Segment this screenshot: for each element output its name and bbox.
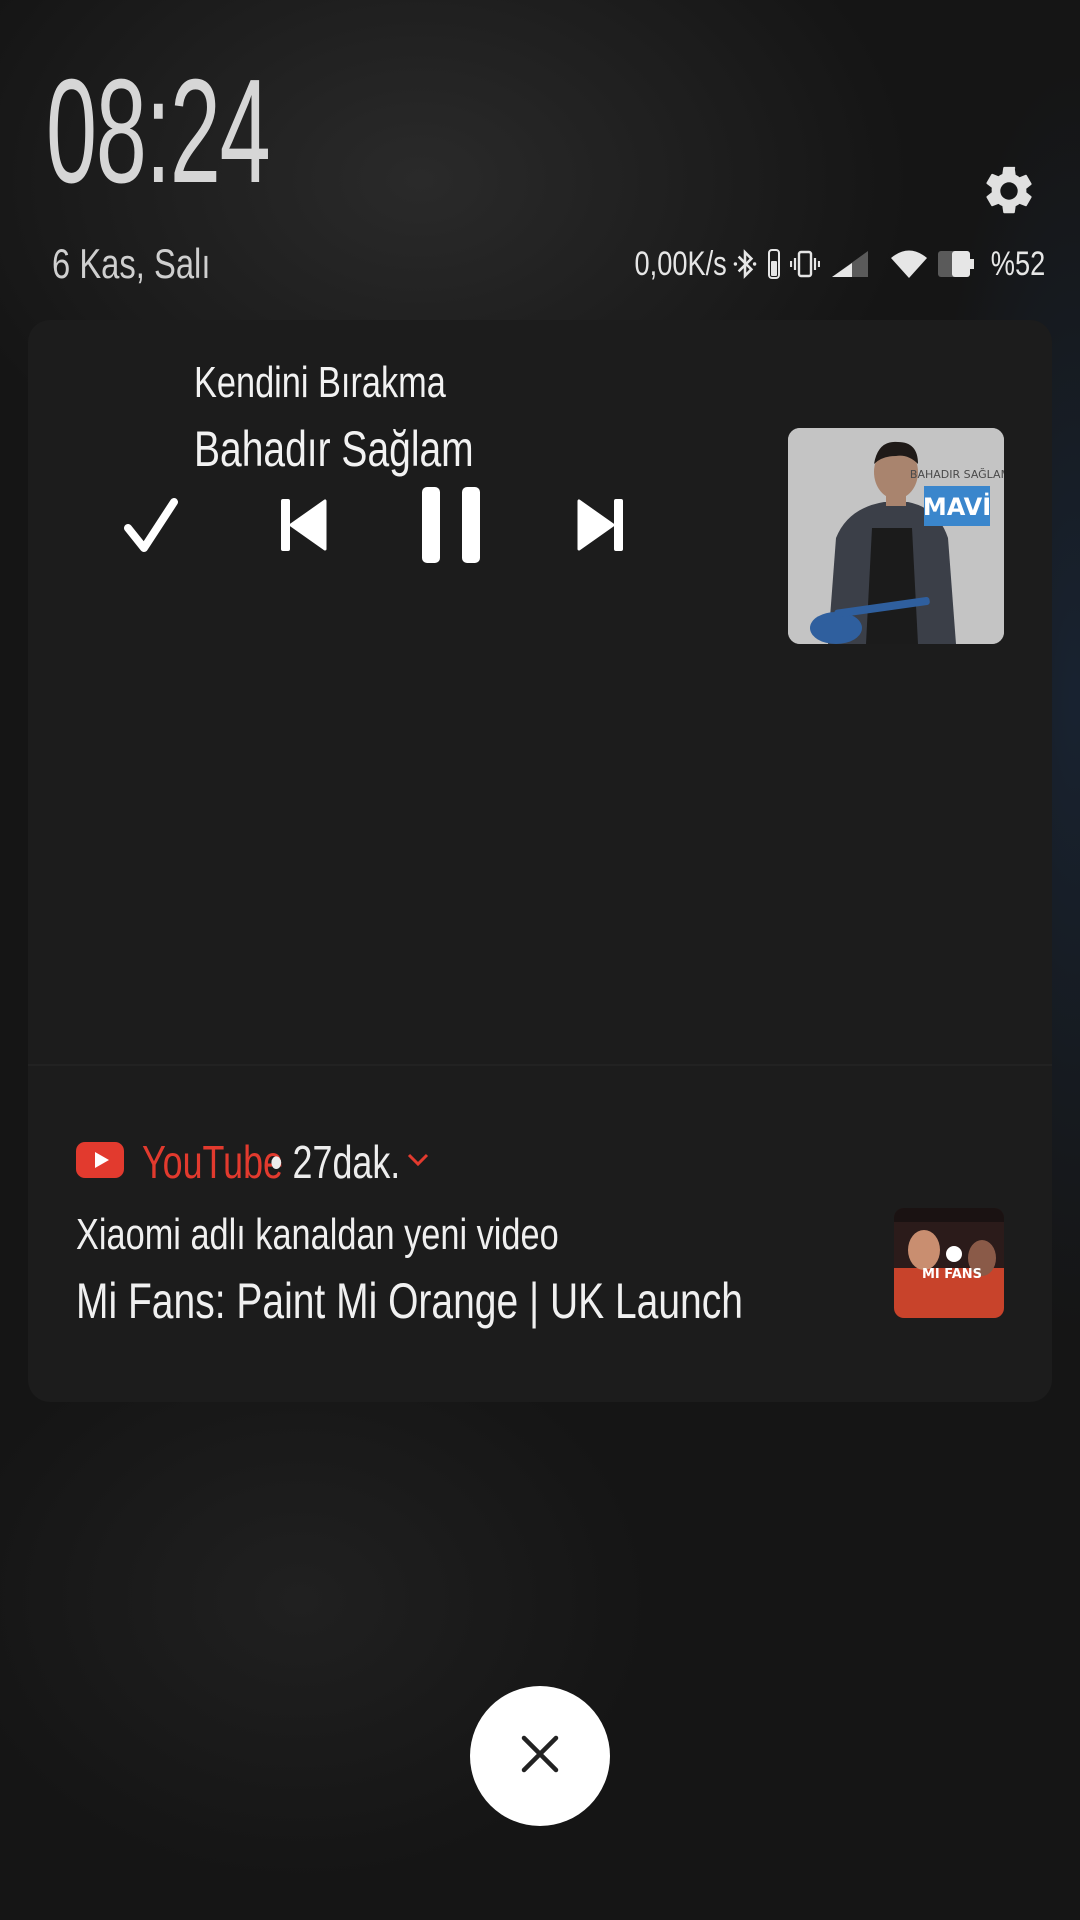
notification-panel: Kendini Bırakma Bahadır Sağlam MAVİ BAHA… — [28, 320, 1052, 1402]
status-bar: 0,00K/s %52 — [623, 244, 1052, 284]
settings-icon[interactable] — [980, 162, 1038, 220]
song-title: Kendini Bırakma — [194, 358, 446, 407]
close-button[interactable] — [470, 1686, 610, 1826]
lock-screen: 08:24 6 Kas, Salı 0,00K/s %52 Kendini Bı… — [0, 0, 1080, 1920]
date-label: 6 Kas, Salı — [52, 240, 211, 287]
battery-percent: %52 — [990, 244, 1046, 283]
youtube-logo-icon — [76, 1141, 124, 1183]
clock: 08:24 — [46, 49, 271, 214]
divider — [28, 1064, 1052, 1066]
signal-icon — [830, 249, 870, 279]
notification-time: • 27dak. — [270, 1136, 401, 1188]
bluetooth-icon — [732, 248, 758, 280]
notification-subtitle: Xiaomi adlı kanaldan yeni video — [76, 1210, 559, 1259]
headset-battery-icon — [767, 249, 780, 279]
next-icon[interactable] — [538, 480, 664, 570]
thumbnail-text: MI FANS — [922, 1267, 982, 1282]
pause-icon[interactable] — [386, 480, 516, 570]
album-art: MAVİ BAHADIR SAĞLAM — [788, 428, 1004, 644]
vibrate-icon — [789, 249, 820, 279]
notification-title: Mi Fans: Paint Mi Orange | UK Launch — [76, 1273, 743, 1329]
network-speed: 0,00K/s — [634, 244, 727, 283]
youtube-app-name: YouTube — [142, 1136, 283, 1188]
previous-icon[interactable] — [240, 480, 366, 570]
check-icon[interactable] — [88, 480, 214, 570]
album-logo: MAVİ — [923, 492, 991, 521]
wifi-icon — [890, 249, 928, 279]
media-notification[interactable]: Kendini Bırakma Bahadır Sağlam MAVİ BAHA… — [28, 320, 1052, 1064]
close-icon — [520, 1734, 560, 1779]
battery-icon — [937, 251, 974, 277]
artist-name: Bahadır Sağlam — [194, 421, 474, 477]
album-artist-text: BAHADIR SAĞLAM — [910, 468, 1004, 481]
youtube-header[interactable]: YouTube • 27dak. — [76, 1132, 430, 1192]
chevron-down-icon[interactable] — [406, 1152, 430, 1173]
video-thumbnail[interactable]: MI FANS — [894, 1208, 1004, 1318]
